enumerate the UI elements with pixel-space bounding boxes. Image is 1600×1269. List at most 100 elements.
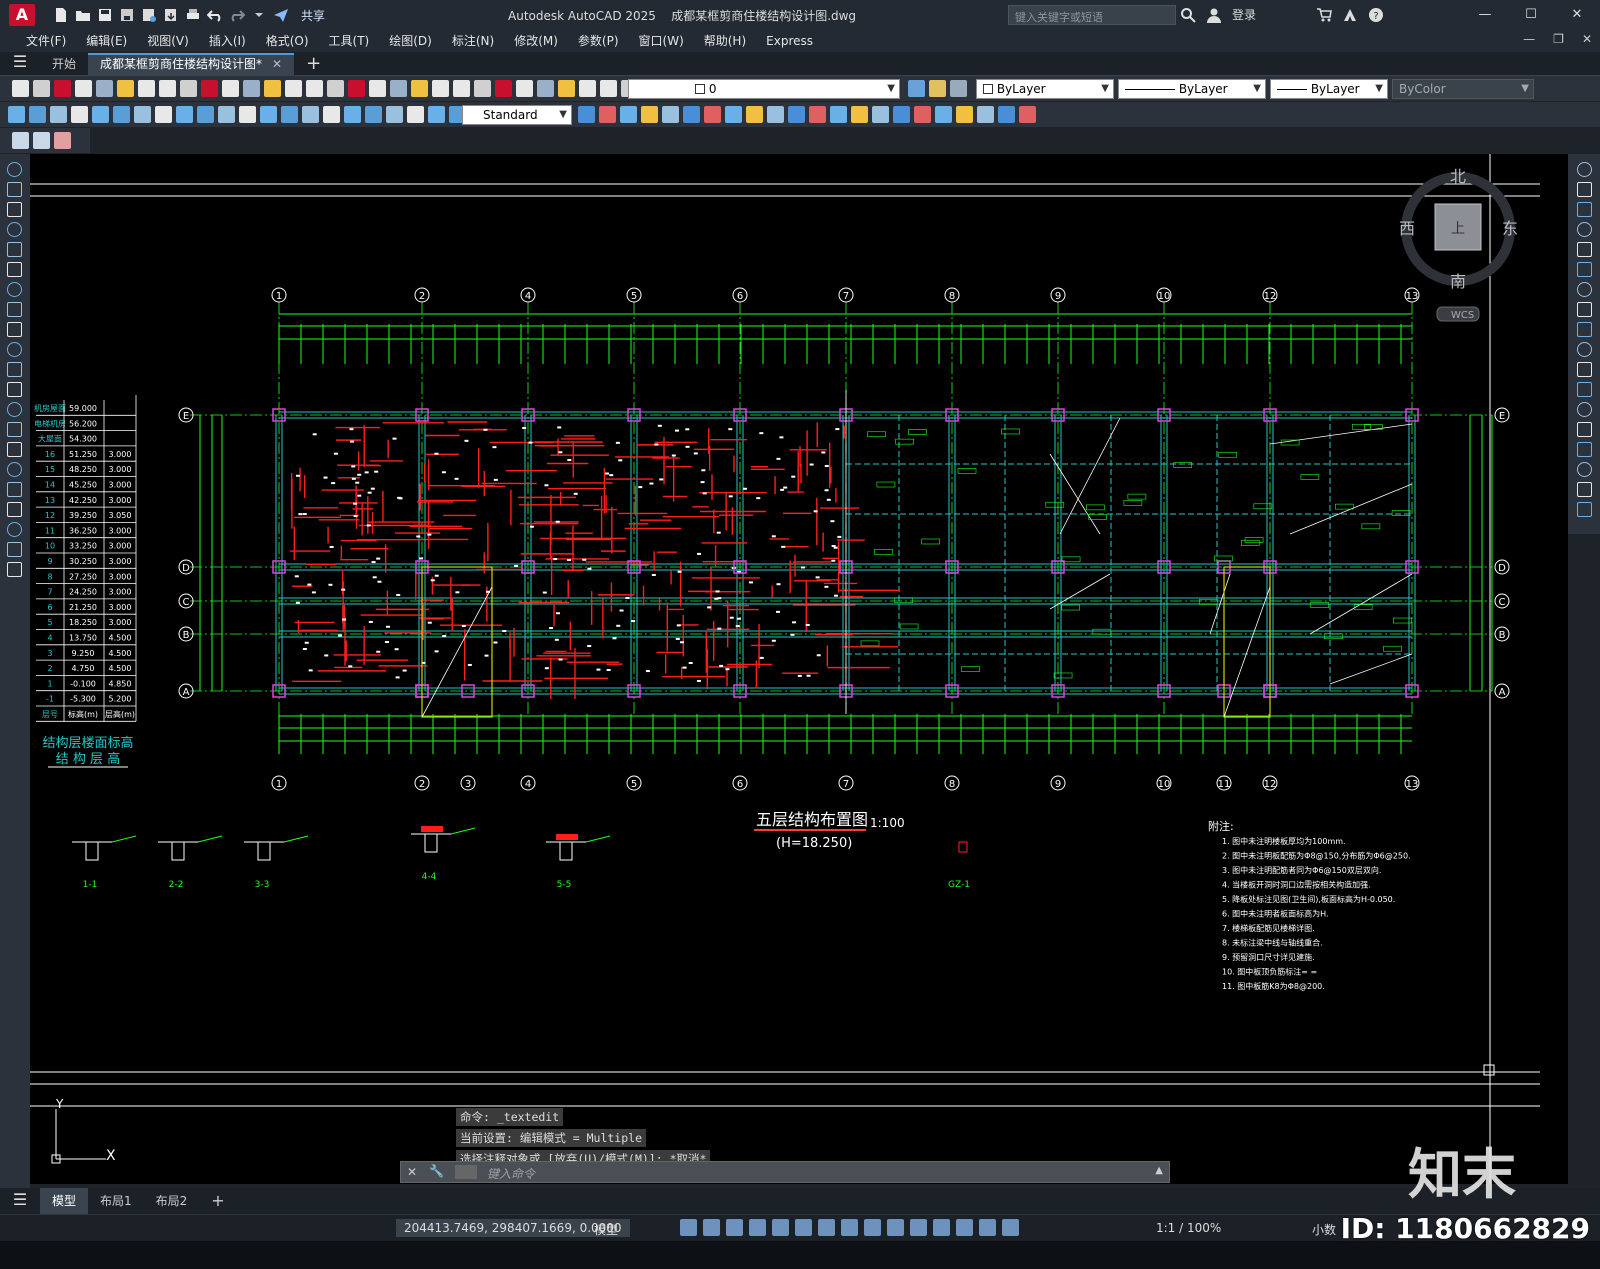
- minimize-button[interactable]: —: [1462, 0, 1508, 30]
- otrack-icon[interactable]: [795, 1219, 812, 1236]
- toolbar-tool-tb2icons-14-icon[interactable]: [302, 106, 319, 123]
- viewcube-west[interactable]: 西: [1399, 219, 1415, 238]
- toolbar-tool-tb1icons-6-icon[interactable]: [138, 80, 155, 97]
- drawing-canvas[interactable]: 1 2 4 5 6 7 8 9 10 12 13 1 2 3 4 5 6 7 8 9 10 11 12 13 E E D D C C B B A…: [30, 154, 1568, 1184]
- command-input[interactable]: 键入命令: [487, 1165, 535, 1182]
- lsb-tool-16-icon[interactable]: [7, 482, 22, 497]
- units-dropdown[interactable]: 小数: [1312, 1221, 1336, 1238]
- attribute-icon[interactable]: [33, 132, 50, 149]
- share-icon[interactable]: [273, 7, 289, 23]
- toolbar-tool-tb2icons2-14-icon[interactable]: [872, 106, 889, 123]
- lsb-tool-2-icon[interactable]: [7, 202, 22, 217]
- command-customize-icon[interactable]: 🔧: [429, 1164, 444, 1178]
- save-icon[interactable]: [97, 7, 113, 23]
- toolbar-tool-tb2icons2-8-icon[interactable]: [746, 106, 763, 123]
- viewcube-south[interactable]: 南: [1450, 272, 1466, 291]
- selection-cycling-icon[interactable]: [864, 1219, 881, 1236]
- lsb-tool-8-icon[interactable]: [7, 322, 22, 337]
- toolbar-tool-tb1icons-25-icon[interactable]: [537, 80, 554, 97]
- rsb-tool-11-icon[interactable]: [1577, 382, 1592, 397]
- toolbar-tool-tb2icons-11-icon[interactable]: [239, 106, 256, 123]
- snap-icon[interactable]: [703, 1219, 720, 1236]
- lsb-tool-0-icon[interactable]: [7, 162, 22, 177]
- new-file-icon[interactable]: [53, 7, 69, 23]
- toolbar-tool-tb2icons-17-icon[interactable]: [365, 106, 382, 123]
- menu-item-5[interactable]: 工具(T): [319, 30, 380, 52]
- toolbar-tool-tb2icons-1-icon[interactable]: [29, 106, 46, 123]
- layer-dropdown[interactable]: 0 ▼: [628, 79, 900, 99]
- toolbar-tool-tb1icons-16-icon[interactable]: [348, 80, 365, 97]
- help-icon[interactable]: ?: [1368, 7, 1384, 23]
- toolbar-tool-tb2icons-18-icon[interactable]: [386, 106, 403, 123]
- toolbar-tool-tb2icons-4-icon[interactable]: [92, 106, 109, 123]
- plotstyle-dropdown[interactable]: ByColor ▼: [1392, 79, 1534, 99]
- dimstyle-dropdown[interactable]: Standard ▼: [462, 105, 572, 125]
- toolbar-tool-tb2icons2-1-icon[interactable]: [599, 106, 616, 123]
- toolbar-tool-tb2icons2-10-icon[interactable]: [788, 106, 805, 123]
- close-button[interactable]: ✕: [1554, 0, 1600, 30]
- viewcube-north[interactable]: 北: [1450, 167, 1466, 186]
- color-dropdown[interactable]: ByLayer ▼: [976, 79, 1114, 99]
- annotation-scale[interactable]: 1:1 / 100%: [1156, 1221, 1221, 1235]
- command-history-icon[interactable]: ▲: [1155, 1165, 1163, 1176]
- toolbar-tool-tb1icons-18-icon[interactable]: [390, 80, 407, 97]
- toolbar-tool-tb1icons-20-icon[interactable]: [432, 80, 449, 97]
- toolbar-tool-tb2icons2-13-icon[interactable]: [851, 106, 868, 123]
- toolbar-tool-tb1icons-13-icon[interactable]: [285, 80, 302, 97]
- toolbar-tool-tb1icons-27-icon[interactable]: [579, 80, 596, 97]
- lsb-tool-3-icon[interactable]: [7, 222, 22, 237]
- lsb-tool-17-icon[interactable]: [7, 502, 22, 517]
- lsb-tool-11-icon[interactable]: [7, 382, 22, 397]
- autocad-logo-icon[interactable]: A: [9, 4, 35, 26]
- toolbar-tool-tb2icons-16-icon[interactable]: [344, 106, 361, 123]
- toolbar-tool-tb1icons-0-icon[interactable]: [12, 80, 29, 97]
- menu-item-0[interactable]: 文件(F): [16, 30, 76, 52]
- menu-item-4[interactable]: 格式(O): [256, 30, 319, 52]
- rsb-tool-10-icon[interactable]: [1577, 362, 1592, 377]
- lsb-tool-1-icon[interactable]: [7, 182, 22, 197]
- rsb-tool-5-icon[interactable]: [1577, 262, 1592, 277]
- grid-icon[interactable]: [680, 1219, 697, 1236]
- toolbar-tool-tb1icons-21-icon[interactable]: [453, 80, 470, 97]
- layer-state-icon[interactable]: [950, 80, 967, 97]
- rsb-tool-3-icon[interactable]: [1577, 222, 1592, 237]
- toolbar-tool-tb2icons-5-icon[interactable]: [113, 106, 130, 123]
- toolbar-tool-tb2icons-10-icon[interactable]: [218, 106, 235, 123]
- tab-close-icon[interactable]: ✕: [272, 57, 282, 71]
- toolbar-tool-tb2icons-8-icon[interactable]: [176, 106, 193, 123]
- lsb-tool-18-icon[interactable]: [7, 522, 22, 537]
- rsb-tool-2-icon[interactable]: [1577, 202, 1592, 217]
- toolbar-tool-tb2icons-0-icon[interactable]: [8, 106, 25, 123]
- rsb-tool-1-icon[interactable]: [1577, 182, 1592, 197]
- toolbar-tool-tb1icons-5-icon[interactable]: [117, 80, 134, 97]
- toolbar-tool-tb1icons-4-icon[interactable]: [96, 80, 113, 97]
- 3d-osnap-icon[interactable]: [887, 1219, 904, 1236]
- toolbar-tool-tb2icons2-5-icon[interactable]: [683, 106, 700, 123]
- toolbar-tool-tb2icons-12-icon[interactable]: [260, 106, 277, 123]
- rsb-tool-13-icon[interactable]: [1577, 422, 1592, 437]
- menu-item-1[interactable]: 编辑(E): [76, 30, 137, 52]
- toolbar-tool-tb2icons2-3-icon[interactable]: [641, 106, 658, 123]
- rsb-tool-12-icon[interactable]: [1577, 402, 1592, 417]
- open-file-icon[interactable]: [75, 7, 91, 23]
- toolbar-tool-tb2icons2-20-icon[interactable]: [998, 106, 1015, 123]
- redo-icon[interactable]: [229, 7, 246, 23]
- toolbar-tool-tb1icons-15-icon[interactable]: [327, 80, 344, 97]
- toolbar-tool-tb1icons-1-icon[interactable]: [33, 80, 50, 97]
- menu-item-10[interactable]: 窗口(W): [629, 30, 694, 52]
- cad-drawing[interactable]: 1 2 4 5 6 7 8 9 10 12 131 2 3 4 5 6 7 8 9 10 11 12 13E ED DC CB BA…: [30, 154, 1568, 1184]
- toolbar-tool-tb2icons2-19-icon[interactable]: [977, 106, 994, 123]
- toolbar-tool-tb1icons-12-icon[interactable]: [264, 80, 281, 97]
- tab-layout1[interactable]: 布局1: [88, 1188, 144, 1214]
- block-editor-icon[interactable]: [12, 132, 29, 149]
- rsb-tool-4-icon[interactable]: [1577, 242, 1592, 257]
- toolbar-tool-tb1icons-3-icon[interactable]: [75, 80, 92, 97]
- toolbar-tool-tb2icons-6-icon[interactable]: [134, 106, 151, 123]
- user-icon[interactable]: [1206, 7, 1222, 23]
- toolbar-tool-tb1icons-14-icon[interactable]: [306, 80, 323, 97]
- share-label[interactable]: 共享: [301, 7, 325, 24]
- toolbar-tool-tb2icons-19-icon[interactable]: [407, 106, 424, 123]
- toolbar-tool-tb2icons-3-icon[interactable]: [71, 106, 88, 123]
- purge-icon[interactable]: [54, 132, 71, 149]
- osnap-icon[interactable]: [772, 1219, 789, 1236]
